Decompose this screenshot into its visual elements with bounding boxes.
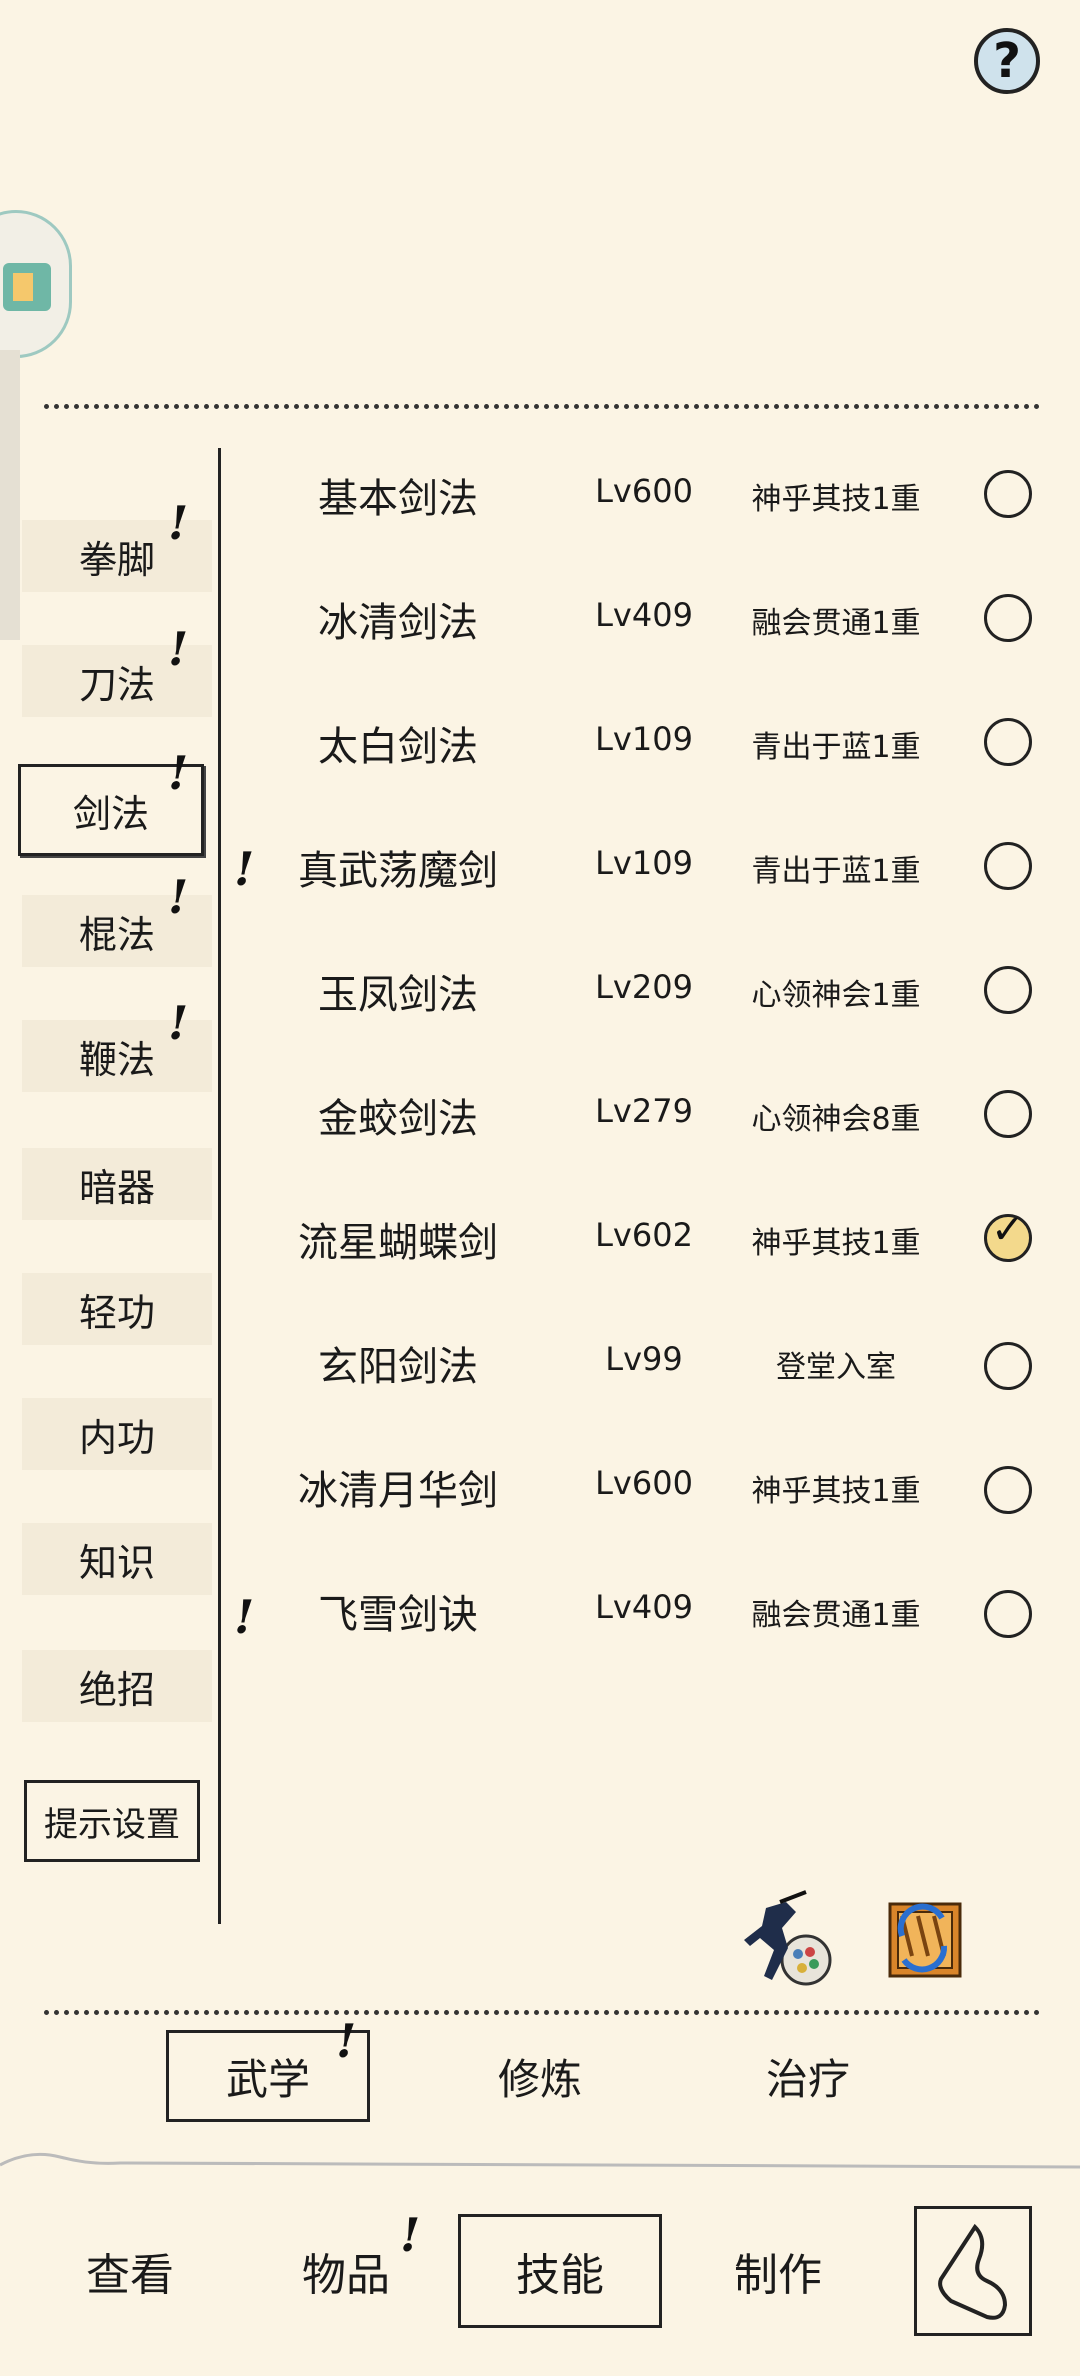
alert-mark: !	[168, 496, 189, 550]
check-mark-icon: ✓	[991, 1207, 1025, 1253]
skill-name: 金蛟剑法	[318, 1096, 478, 1142]
skill-rank: 青出于蓝1重	[751, 854, 921, 889]
skill-name: 玉凤剑法	[318, 972, 478, 1018]
skill-select-radio[interactable]	[984, 718, 1032, 766]
skill-level: Lv409	[595, 596, 693, 634]
skill-rank: 心领神会1重	[751, 978, 921, 1013]
category-qinggong[interactable]: 轻功	[22, 1273, 212, 1345]
martial-stance-icon[interactable]	[736, 1888, 836, 1988]
skill-level: Lv602	[595, 1216, 693, 1254]
category-label: 刀法	[78, 662, 155, 707]
subtab-label: 武学	[225, 2054, 310, 2104]
skill-select-radio[interactable]	[984, 1342, 1032, 1390]
alert-mark: !	[336, 2014, 357, 2068]
nav-label: 制作	[734, 2250, 822, 2301]
skill-level: Lv600	[595, 472, 693, 510]
alert-mark: !	[168, 622, 189, 676]
category-label: 内功	[78, 1415, 155, 1460]
category-anqi[interactable]: 暗器	[22, 1148, 212, 1220]
skill-name: 冰清月华剑	[298, 1468, 498, 1514]
skill-rank: 神乎其技1重	[751, 482, 921, 517]
category-neigong[interactable]: 内功	[22, 1398, 212, 1470]
skill-name: 太白剑法	[318, 724, 478, 770]
skill-select-radio[interactable]	[984, 966, 1032, 1014]
help-label: ?	[993, 33, 1021, 89]
alert-mark: !	[168, 870, 189, 924]
edge-scroll-indicator	[0, 350, 20, 640]
hint-settings-label: 提示设置	[44, 1804, 180, 1845]
skill-name: 冰清剑法	[318, 600, 478, 646]
skill-select-radio[interactable]	[984, 594, 1032, 642]
help-button[interactable]: ?	[974, 28, 1040, 94]
category-label: 拳脚	[78, 537, 155, 582]
nav-label: 技能	[516, 2250, 604, 2301]
swap-scroll-icon[interactable]	[872, 1886, 972, 1986]
nav-label: 物品	[302, 2250, 390, 2301]
back-arrow-icon	[938, 2223, 1008, 2320]
skill-level: Lv409	[595, 1588, 693, 1626]
alert-mark: !	[400, 2208, 421, 2262]
skill-select-radio[interactable]	[984, 1466, 1032, 1514]
skill-name: 玄阳剑法	[318, 1344, 478, 1390]
skill-level: Lv109	[595, 720, 693, 758]
subtab-xiulian[interactable]: 修炼	[440, 2030, 640, 2122]
category-label: 轻功	[78, 1290, 155, 1335]
category-label: 知识	[78, 1540, 155, 1585]
assistant-icon-accent	[13, 273, 33, 301]
nav-zhizuo[interactable]: 制作	[688, 2214, 868, 2328]
ink-wave-divider	[0, 2152, 1080, 2169]
category-divider-line	[218, 448, 221, 1924]
skill-name: 基本剑法	[318, 476, 478, 522]
floating-assistant-button[interactable]	[0, 210, 72, 358]
skill-rank: 心领神会8重	[751, 1102, 921, 1137]
skill-rank: 神乎其技1重	[751, 1474, 921, 1509]
skill-rank: 融会贯通1重	[751, 606, 921, 641]
skill-level: Lv279	[595, 1092, 693, 1130]
nav-label: 查看	[86, 2250, 174, 2301]
skill-name: 流星蝴蝶剑	[298, 1220, 498, 1266]
skill-select-radio[interactable]	[984, 1090, 1032, 1138]
skill-rank: 融会贯通1重	[751, 1598, 921, 1633]
skill-rank: 登堂入室	[776, 1350, 896, 1385]
skill-rank: 青出于蓝1重	[751, 730, 921, 765]
skill-select-radio[interactable]	[984, 842, 1032, 890]
category-label: 绝招	[78, 1667, 155, 1712]
skill-select-radio[interactable]: ✓	[984, 1207, 1032, 1262]
alert-mark: !	[168, 746, 189, 800]
subtab-label: 修炼	[497, 2054, 582, 2104]
skill-level: Lv99	[605, 1340, 683, 1378]
subtab-label: 治疗	[765, 2054, 850, 2104]
category-label: 鞭法	[78, 1037, 155, 1082]
skill-level: Lv209	[595, 968, 693, 1006]
top-divider	[44, 404, 1040, 409]
category-label: 棍法	[78, 912, 155, 957]
back-button[interactable]	[914, 2206, 1032, 2336]
skill-rank: 神乎其技1重	[751, 1226, 921, 1261]
category-zhishi[interactable]: 知识	[22, 1523, 212, 1595]
category-label: 暗器	[78, 1165, 155, 1210]
skill-level: Lv600	[595, 1464, 693, 1502]
bottom-divider	[44, 2010, 1040, 2015]
category-juezhao[interactable]: 绝招	[22, 1650, 212, 1722]
subtab-zhiliao[interactable]: 治疗	[708, 2030, 908, 2122]
alert-mark: !	[168, 996, 189, 1050]
skill-select-radio[interactable]	[984, 470, 1032, 518]
skill-select-radio[interactable]	[984, 1590, 1032, 1638]
skill-level: Lv109	[595, 844, 693, 882]
skill-name: 飞雪剑诀	[318, 1592, 478, 1638]
skill-name: 真武荡魔剑	[298, 848, 498, 894]
nav-chakan[interactable]: 查看	[40, 2214, 220, 2328]
category-label: 剑法	[72, 791, 149, 836]
nav-jineng[interactable]: 技能	[458, 2214, 662, 2328]
hint-settings-button[interactable]: 提示设置	[24, 1780, 200, 1862]
